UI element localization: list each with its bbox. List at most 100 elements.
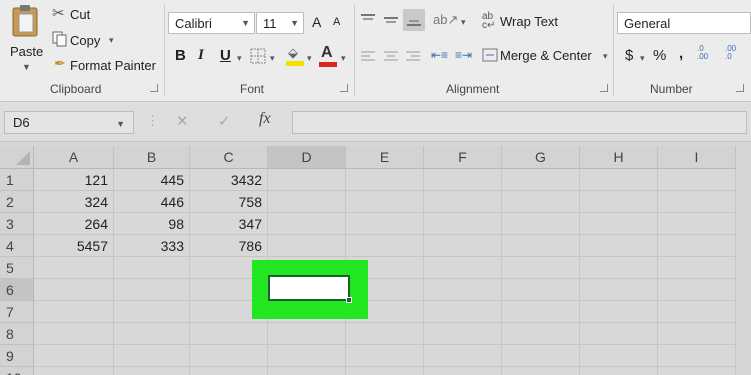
increase-indent-icon[interactable]: ≡⇥: [455, 48, 472, 62]
cell-a5[interactable]: [34, 257, 114, 279]
cell-e9[interactable]: [346, 345, 424, 367]
cell-h10[interactable]: [580, 367, 658, 375]
align-left-icon[interactable]: [360, 50, 376, 64]
cell-g10[interactable]: [502, 367, 580, 375]
cell-c4[interactable]: 786: [190, 235, 268, 257]
wrap-text-button[interactable]: ab c↵ Wrap Text: [482, 12, 572, 32]
cell-h5[interactable]: [580, 257, 658, 279]
cell-f2[interactable]: [424, 191, 502, 213]
fill-color-dropdown-caret[interactable]: ▾: [307, 53, 312, 64]
cell-c1[interactable]: 3432: [190, 169, 268, 191]
decrease-indent-icon[interactable]: ⇤≡: [431, 48, 448, 62]
cell-b10[interactable]: [114, 367, 190, 375]
cell-e2[interactable]: [346, 191, 424, 213]
chevron-down-icon[interactable]: ▼: [116, 119, 125, 129]
cell-f3[interactable]: [424, 213, 502, 235]
cell-h2[interactable]: [580, 191, 658, 213]
cell-a3[interactable]: 264: [34, 213, 114, 235]
cell-f4[interactable]: [424, 235, 502, 257]
font-color-dropdown-caret[interactable]: ▾: [341, 53, 346, 64]
align-middle-icon[interactable]: [383, 13, 399, 27]
cell-i9[interactable]: [658, 345, 736, 367]
cell-d8[interactable]: [268, 323, 346, 345]
row-header-7[interactable]: 7: [0, 301, 34, 323]
row-header-10[interactable]: 10: [0, 367, 34, 375]
merge-dropdown-caret[interactable]: ▾: [603, 51, 608, 62]
number-dialog-launcher[interactable]: [736, 84, 744, 92]
fill-color-button[interactable]: ⬙: [285, 45, 305, 69]
column-header-b[interactable]: B: [114, 146, 190, 169]
shrink-font-button[interactable]: A: [333, 16, 340, 28]
increase-decimal-button[interactable]: .0 .00: [697, 45, 708, 61]
cell-a1[interactable]: 121: [34, 169, 114, 191]
cell-a8[interactable]: [34, 323, 114, 345]
font-name-dropdown[interactable]: Calibri ▼: [168, 12, 255, 34]
cell-i4[interactable]: [658, 235, 736, 257]
cell-h3[interactable]: [580, 213, 658, 235]
align-right-icon[interactable]: [405, 50, 421, 64]
borders-icon[interactable]: [250, 48, 266, 64]
cell-h4[interactable]: [580, 235, 658, 257]
column-header-e[interactable]: E: [346, 146, 424, 169]
cell-d2[interactable]: [268, 191, 346, 213]
cell-a2[interactable]: 324: [34, 191, 114, 213]
cell-c9[interactable]: [190, 345, 268, 367]
cell-f8[interactable]: [424, 323, 502, 345]
column-header-g[interactable]: G: [502, 146, 580, 169]
font-size-dropdown[interactable]: 11 ▼: [256, 12, 304, 34]
cell-d9[interactable]: [268, 345, 346, 367]
copy-dropdown-caret[interactable]: ▾: [109, 35, 114, 46]
cell-h6[interactable]: [580, 279, 658, 301]
cell-e4[interactable]: [346, 235, 424, 257]
clipboard-dialog-launcher[interactable]: [150, 84, 158, 92]
cell-e8[interactable]: [346, 323, 424, 345]
currency-format-button[interactable]: $: [625, 47, 633, 64]
underline-dropdown-caret[interactable]: ▾: [237, 53, 242, 64]
cell-d4[interactable]: [268, 235, 346, 257]
active-cell-d6[interactable]: [268, 275, 352, 303]
select-all-corner[interactable]: [0, 146, 34, 169]
row-header-9[interactable]: 9: [0, 345, 34, 367]
cell-f6[interactable]: [424, 279, 502, 301]
cell-g4[interactable]: [502, 235, 580, 257]
cell-c3[interactable]: 347: [190, 213, 268, 235]
cell-g9[interactable]: [502, 345, 580, 367]
font-dialog-launcher[interactable]: [340, 84, 348, 92]
orientation-icon[interactable]: ab↗: [433, 12, 458, 28]
name-box[interactable]: D6 ▼: [4, 111, 134, 134]
cell-f9[interactable]: [424, 345, 502, 367]
cell-b9[interactable]: [114, 345, 190, 367]
column-header-i[interactable]: I: [658, 146, 736, 169]
row-header-8[interactable]: 8: [0, 323, 34, 345]
cell-b4[interactable]: 333: [114, 235, 190, 257]
cell-i1[interactable]: [658, 169, 736, 191]
cell-b8[interactable]: [114, 323, 190, 345]
cell-f5[interactable]: [424, 257, 502, 279]
cell-g6[interactable]: [502, 279, 580, 301]
cell-i8[interactable]: [658, 323, 736, 345]
cell-a9[interactable]: [34, 345, 114, 367]
cell-b7[interactable]: [114, 301, 190, 323]
enter-entry-button[interactable]: ✓: [218, 112, 231, 130]
alignment-dialog-launcher[interactable]: [600, 84, 608, 92]
cell-h9[interactable]: [580, 345, 658, 367]
column-header-h[interactable]: H: [580, 146, 658, 169]
cut-button[interactable]: ✂ Cut: [52, 5, 112, 24]
cell-h7[interactable]: [580, 301, 658, 323]
cell-e3[interactable]: [346, 213, 424, 235]
cell-i7[interactable]: [658, 301, 736, 323]
cell-c10[interactable]: [190, 367, 268, 375]
cell-i6[interactable]: [658, 279, 736, 301]
paste-dropdown-caret[interactable]: ▼: [22, 62, 31, 72]
cell-a6[interactable]: [34, 279, 114, 301]
column-header-c[interactable]: C: [190, 146, 268, 169]
cell-e1[interactable]: [346, 169, 424, 191]
cell-g5[interactable]: [502, 257, 580, 279]
cell-b1[interactable]: 445: [114, 169, 190, 191]
cell-b5[interactable]: [114, 257, 190, 279]
cell-i2[interactable]: [658, 191, 736, 213]
orientation-dropdown-caret[interactable]: ▾: [461, 17, 466, 28]
formula-input[interactable]: [292, 111, 747, 134]
number-format-dropdown[interactable]: General: [617, 12, 751, 34]
row-header-3[interactable]: 3: [0, 213, 34, 235]
